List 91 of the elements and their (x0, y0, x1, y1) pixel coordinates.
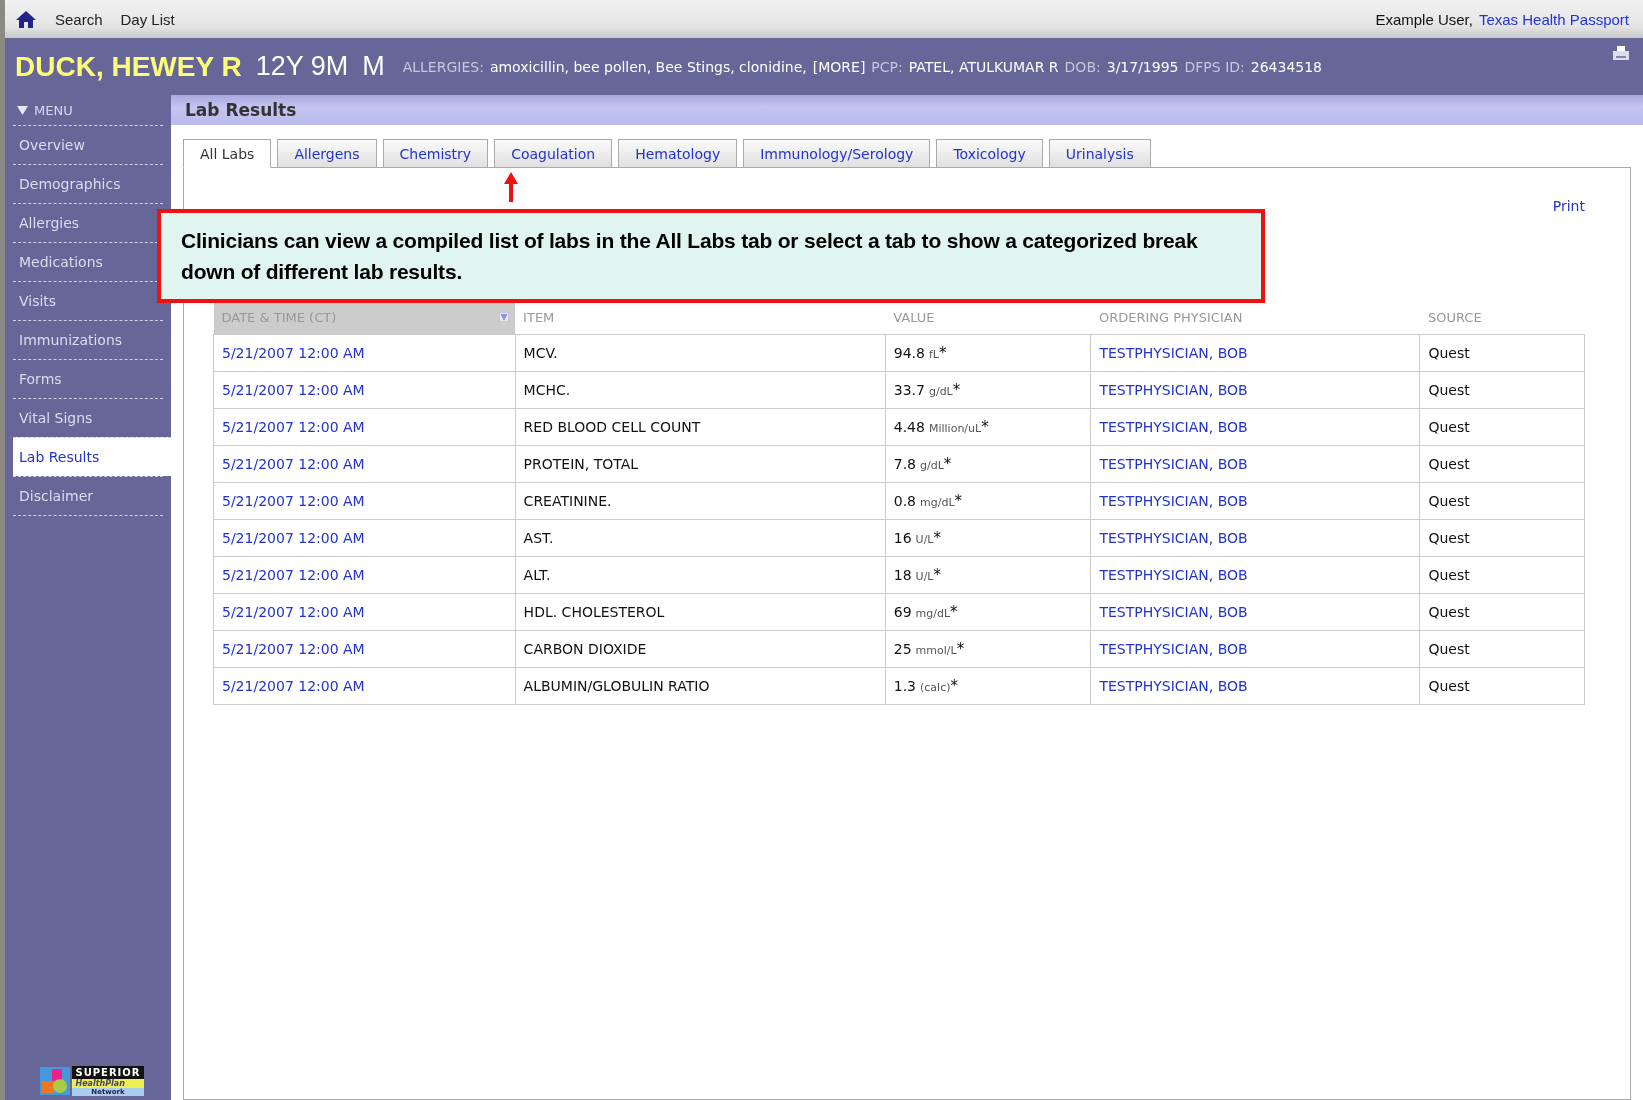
sidebar-item[interactable]: Immunizations (13, 320, 163, 359)
table-cell: Quest (1419, 556, 1585, 594)
organization-link[interactable]: Texas Health Passport (1478, 10, 1629, 28)
table-cell: Quest (1419, 445, 1585, 483)
sidebar-item[interactable]: Disclaimer (13, 476, 163, 516)
tab[interactable]: Allergens (277, 139, 377, 168)
table-cell: 94.8 fL* (885, 334, 1091, 372)
field-value: 3/17/1995 (1106, 58, 1179, 75)
table-cell: 69 mg/dL* (885, 593, 1091, 631)
table-cell: 25 mmol/L* (885, 630, 1091, 668)
table-cell: 1.3 (calc)* (885, 667, 1091, 705)
physician-link[interactable]: TESTPHYSICIAN, BOB (1099, 382, 1248, 398)
physician-link[interactable]: TESTPHYSICIAN, BOB (1099, 530, 1248, 546)
physician-link[interactable]: TESTPHYSICIAN, BOB (1099, 345, 1248, 361)
field-label: DFPS ID: (1184, 58, 1245, 75)
print-icon[interactable] (1613, 46, 1629, 60)
date-link[interactable]: 5/21/2007 12:00 AM (222, 604, 365, 620)
date-link[interactable]: 5/21/2007 12:00 AM (222, 530, 365, 546)
table-cell: Quest (1419, 519, 1585, 557)
date-link[interactable]: 5/21/2007 12:00 AM (222, 419, 365, 435)
sidebar-item[interactable]: Overview (13, 125, 163, 164)
tab[interactable]: Coagulation (494, 139, 613, 168)
caret-icon[interactable] (17, 105, 28, 115)
date-link[interactable]: 5/21/2007 12:00 AM (222, 456, 365, 472)
table-cell: MCHC. (515, 371, 886, 409)
table-cell: Quest (1419, 667, 1585, 705)
table-cell: 7.8 g/dL* (885, 445, 1091, 483)
puzzle-logo-icon (40, 1067, 71, 1095)
date-link[interactable]: 5/21/2007 12:00 AM (222, 678, 365, 694)
table-cell: Quest (1419, 408, 1585, 446)
more-link[interactable]: [MORE] (812, 58, 866, 75)
table-cell: Quest (1419, 371, 1585, 409)
table-cell: Quest (1419, 482, 1585, 520)
date-link[interactable]: 5/21/2007 12:00 AM (222, 493, 365, 509)
tab[interactable]: Immunology/Serology (743, 139, 931, 168)
date-link[interactable]: 5/21/2007 12:00 AM (222, 567, 365, 583)
sidebar-item[interactable]: Forms (13, 359, 163, 398)
physician-link[interactable]: TESTPHYSICIAN, BOB (1099, 678, 1248, 694)
menu-label[interactable]: MENU (34, 102, 73, 118)
logo-name: SUPERIOR (72, 1066, 144, 1079)
table-cell: ALBUMIN/GLOBULIN RATIO (515, 667, 886, 705)
patient-name: DUCK, HEWEY R (15, 50, 242, 83)
table-cell: Quest (1419, 630, 1585, 668)
print-link[interactable]: Print (1552, 198, 1585, 300)
arrow-icon (504, 172, 518, 202)
sidebar-item[interactable]: Lab Results (13, 437, 171, 476)
table-cell: RED BLOOD CELL COUNT (515, 408, 886, 446)
table-cell: 18 U/L* (885, 556, 1091, 594)
table-cell: CREATININE. (515, 482, 886, 520)
table-cell: 16 U/L* (885, 519, 1091, 557)
table-cell: CARBON DIOXIDE (515, 630, 886, 668)
table-cell: Quest (1419, 593, 1585, 631)
field-label: ALLERGIES: (402, 58, 484, 75)
patient-age: 12Y 9M (255, 51, 349, 82)
patient-sex: M (362, 51, 385, 82)
date-link[interactable]: 5/21/2007 12:00 AM (222, 641, 365, 657)
sidebar-item[interactable]: Demographics (13, 164, 163, 203)
table-cell: MCV. (515, 334, 886, 372)
physician-link[interactable]: TESTPHYSICIAN, BOB (1099, 604, 1248, 620)
field-value: 26434518 (1250, 58, 1323, 75)
table-cell: Quest (1419, 334, 1585, 372)
tab[interactable]: Hematology (618, 139, 738, 168)
nav-link[interactable]: Day List (120, 10, 175, 28)
user-name: Example User, (1375, 10, 1473, 28)
date-link[interactable]: 5/21/2007 12:00 AM (222, 382, 365, 398)
tab[interactable]: Urinalysis (1048, 139, 1151, 168)
section-title: Lab Results (171, 95, 1643, 125)
physician-link[interactable]: TESTPHYSICIAN, BOB (1099, 493, 1248, 509)
table-cell: HDL. CHOLESTEROL (515, 593, 886, 631)
field-label: PCP: (871, 58, 903, 75)
date-link[interactable]: 5/21/2007 12:00 AM (222, 345, 365, 361)
physician-link[interactable]: TESTPHYSICIAN, BOB (1099, 567, 1248, 583)
table-cell: ALT. (515, 556, 886, 594)
logo-tagline: HealthPlan (72, 1079, 144, 1088)
table-cell: 0.8 mg/dL* (885, 482, 1091, 520)
table-cell: PROTEIN, TOTAL (515, 445, 886, 483)
annotation-tooltip: Clinicians can view a compiled list of labs in the All Labs tab or select a tab to show a categorized break down of different lab results. (157, 209, 1265, 303)
table-cell: AST. (515, 519, 886, 557)
physician-link[interactable]: TESTPHYSICIAN, BOB (1099, 456, 1248, 472)
nav-link[interactable]: Search (55, 10, 103, 28)
field-label: DOB: (1064, 58, 1101, 75)
tab[interactable]: All Labs (183, 139, 272, 168)
physician-link[interactable]: TESTPHYSICIAN, BOB (1099, 641, 1248, 657)
field-value: PATEL, ATULKUMAR R (908, 58, 1059, 75)
tab[interactable]: Chemistry (382, 139, 489, 168)
table-cell: 4.48 Million/uL* (885, 408, 1091, 446)
home-icon[interactable] (15, 9, 37, 29)
field-value: amoxicillin, bee pollen, Bee Stings, clonidine, (489, 58, 807, 75)
physician-link[interactable]: TESTPHYSICIAN, BOB (1099, 419, 1248, 435)
table-cell: 33.7 g/dL* (885, 371, 1091, 409)
tab[interactable]: Toxicology (936, 139, 1043, 168)
